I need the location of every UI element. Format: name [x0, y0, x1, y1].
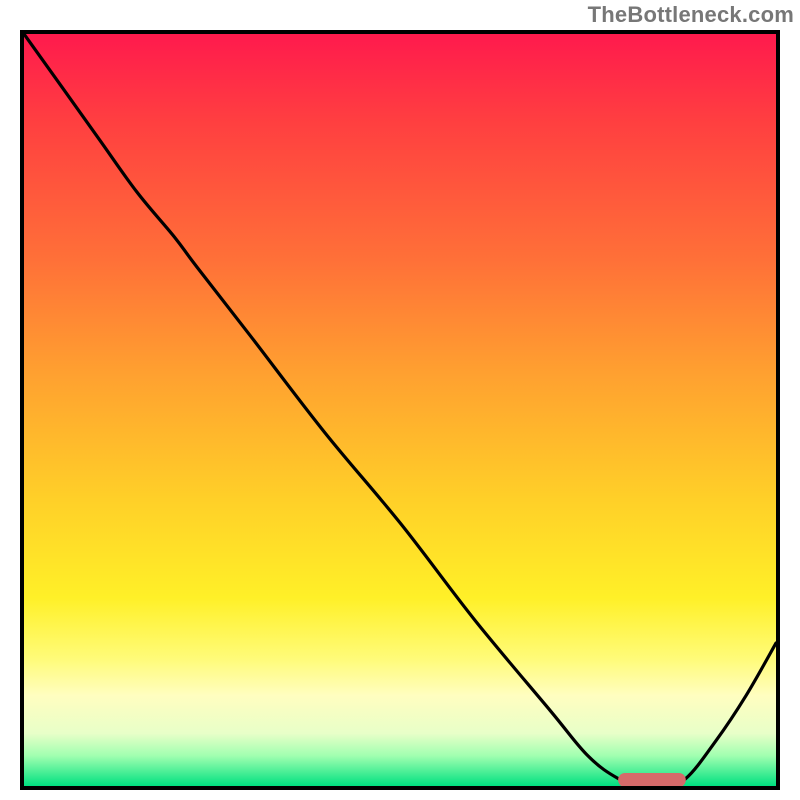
bottleneck-curve — [24, 34, 776, 786]
plot-area — [20, 30, 780, 790]
chart-svg — [24, 34, 776, 786]
optimal-marker — [618, 773, 686, 786]
chart-root: TheBottleneck.com — [0, 0, 800, 800]
watermark-label: TheBottleneck.com — [588, 2, 794, 28]
